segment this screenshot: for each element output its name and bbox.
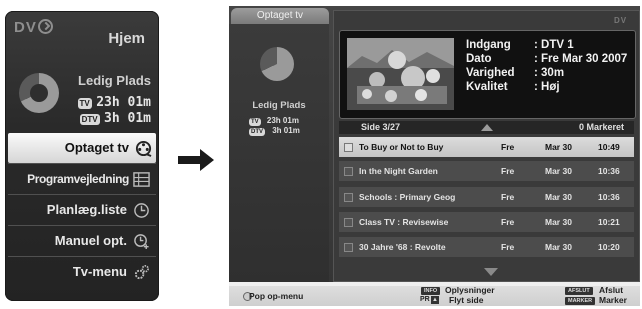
input-value: : DTV 1 [534, 39, 574, 51]
mark-key-badge: MARKER [565, 297, 596, 305]
free-space-dtv: DTV 3h 01m [79, 109, 151, 127]
clock-plus-icon [134, 234, 149, 250]
recording-day: Fre [501, 217, 515, 227]
free-space-tv: TV 23h 01m [249, 116, 299, 126]
scroll-down-icon[interactable] [484, 268, 498, 276]
exit-hint[interactable]: Afslut [599, 285, 623, 295]
disk-space-chart-icon [19, 73, 59, 113]
recording-title: Class TV : Revisewise [359, 217, 449, 227]
recording-info-box: Indgang Dato Varighed Kvalitet : DTV 1 :… [339, 30, 636, 119]
recording-title: To Buy or Not to Buy [359, 142, 444, 152]
clock-icon [134, 203, 149, 218]
video-preview-thumbnail [347, 38, 454, 110]
recording-date: Mar 30 [545, 166, 572, 176]
info-key-badge: INFO [421, 287, 441, 295]
recording-time: 10:21 [598, 217, 620, 227]
tab-optaget-tv[interactable]: Optaget tv [231, 8, 329, 24]
duration-value: : 30m [534, 67, 565, 79]
date-label: Dato [466, 53, 492, 65]
dvr-logo: DV [14, 19, 53, 36]
recording-row[interactable]: In the Night Garden Fre Mar 30 10:36 [339, 161, 634, 181]
popup-menu-hint[interactable]: Pop op-menu [249, 291, 303, 301]
info-hint[interactable]: Oplysninger [445, 285, 495, 295]
recording-title: 30 Jahre '68 : Revolte [359, 242, 446, 252]
recording-row[interactable]: Schools : Primary Geog Fre Mar 30 10:36 [339, 187, 634, 207]
recording-time: 10:36 [598, 192, 620, 202]
free-space-dtv: DTV 3h 01m [249, 126, 300, 136]
recording-date: Mar 30 [545, 217, 572, 227]
tv-time: 23h 01m [266, 116, 299, 125]
recording-row[interactable]: To Buy or Not to Buy Fre Mar 30 10:49 [339, 137, 634, 157]
menu-title: Hjem [108, 30, 145, 47]
recording-details-values: : DTV 1 : Fre Mar 30 2007 : 30m : Høj [534, 38, 627, 94]
recording-row[interactable]: Class TV : Revisewise Fre Mar 30 10:21 [339, 212, 634, 232]
recording-time: 10:20 [598, 242, 620, 252]
recording-day: Fre [501, 142, 515, 152]
mark-checkbox[interactable] [344, 143, 353, 152]
arrow-right-icon [178, 149, 214, 171]
quality-value: : Høj [534, 81, 560, 93]
page-indicator: Side 3/27 [361, 122, 401, 132]
menu-item-optaget-tv[interactable]: Optaget tv [8, 133, 156, 163]
home-menu-panel: DV Hjem Ledig Plads TV 23h 01m DTV 3h 01… [5, 11, 159, 301]
film-reel-icon [135, 141, 152, 157]
recording-title: In the Night Garden [359, 166, 438, 176]
recording-date: Mar 30 [545, 242, 572, 252]
pr-updown-icon: ▲ [431, 296, 439, 304]
menu-item-programvejledning[interactable]: Programvejledning [8, 164, 156, 194]
input-label: Indgang [466, 39, 511, 51]
recording-time: 10:49 [598, 142, 620, 152]
scroll-up-icon[interactable] [481, 124, 493, 131]
menu-item-manuel-opt[interactable]: Manuel opt. [8, 226, 156, 256]
dtv-time: 3h 01m [104, 111, 151, 126]
recording-day: Fre [501, 242, 515, 252]
tv-badge: TV [77, 98, 92, 109]
tv-badge: TV [249, 118, 261, 126]
recorded-tv-screen: Optaget tv Ledig Plads TV 23h 01m DTV 3h… [229, 6, 640, 306]
free-space-label: Ledig Plads [252, 100, 306, 111]
mark-checkbox[interactable] [344, 218, 353, 227]
side-column: Ledig Plads TV 23h 01m DTV 3h 01m [229, 24, 329, 282]
recording-date: Mar 30 [545, 192, 572, 202]
dtv-badge: DTV [79, 114, 100, 125]
mark-checkbox[interactable] [344, 167, 353, 176]
mark-checkbox[interactable] [344, 243, 353, 252]
move-page-hint[interactable]: Flyt side [449, 295, 483, 305]
duration-label: Varighed [466, 67, 515, 79]
page-status-bar: Side 3/27 0 Markeret [339, 121, 634, 134]
recording-day: Fre [501, 192, 515, 202]
free-space-label: Ledig Plads [78, 73, 151, 88]
marked-count: 0 Markeret [578, 122, 624, 132]
disk-space-chart-icon [260, 47, 294, 81]
pr-key-badge: PR [420, 296, 430, 303]
recording-date: Mar 30 [545, 142, 572, 152]
recording-details: Indgang Dato Varighed Kvalitet [466, 38, 515, 94]
exit-key-badge: AFSLUT [565, 287, 593, 295]
menu-item-planlaeg-liste[interactable]: Planlæg.liste [8, 195, 156, 225]
dvr-logo: DV [614, 16, 628, 25]
footer-help-bar: Pop op-menu INFO Oplysninger PR ▲ Flyt s… [229, 285, 640, 306]
gears-icon [134, 265, 149, 280]
quality-label: Kvalitet [466, 81, 508, 93]
dtv-badge: DTV [249, 128, 265, 136]
main-menu: Optaget tv Programvejledning Planlæg.lis… [8, 133, 156, 287]
guide-grid-icon [133, 172, 150, 188]
mark-hint[interactable]: Marker [599, 295, 627, 305]
recording-time: 10:36 [598, 166, 620, 176]
recording-day: Fre [501, 166, 515, 176]
date-value: : Fre Mar 30 2007 [534, 53, 628, 65]
menu-item-tv-menu[interactable]: Tv-menu [8, 257, 156, 287]
recording-row[interactable]: 30 Jahre '68 : Revolte Fre Mar 30 10:20 [339, 237, 634, 257]
mark-checkbox[interactable] [344, 193, 353, 202]
dtv-time: 3h 01m [272, 126, 300, 135]
recording-title: Schools : Primary Geog [359, 192, 456, 202]
tv-time: 23h 01m [96, 95, 151, 110]
